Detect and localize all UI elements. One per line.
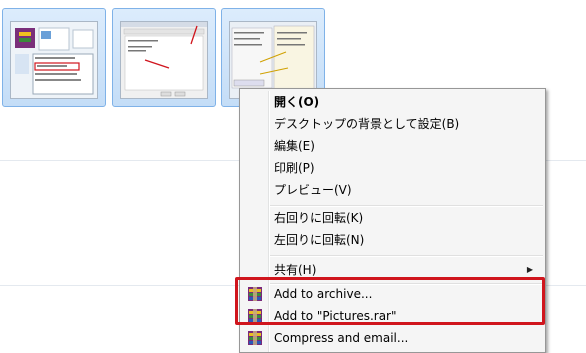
menu-item-set-desktop-background[interactable]: デスクトップの背景として設定(B) xyxy=(242,113,543,135)
menu-item-label: デスクトップの背景として設定(B) xyxy=(274,117,460,131)
menu-item-preview[interactable]: プレビュー(V) xyxy=(242,179,543,201)
menu-item-open[interactable]: 開く(O) xyxy=(242,91,543,113)
menu-item-label: 編集(E) xyxy=(274,139,315,153)
menu-item-label: 右回りに回転(K) xyxy=(274,211,364,225)
menu-item-label: Compress and email... xyxy=(274,331,409,345)
menu-item-rotate-counterclockwise[interactable]: 左回りに回転(N) xyxy=(242,229,543,251)
thumbnail-winrar-menu[interactable] xyxy=(2,8,106,107)
menu-item-rotate-clockwise[interactable]: 右回りに回転(K) xyxy=(242,207,543,229)
menu-item-label: 印刷(P) xyxy=(274,161,315,175)
menu-item-print[interactable]: 印刷(P) xyxy=(242,157,543,179)
menu-separator xyxy=(270,255,543,257)
thumbnail-image xyxy=(10,21,98,99)
thumbnail-image xyxy=(120,21,208,99)
menu-item-label: プレビュー(V) xyxy=(274,183,352,197)
menu-item-label: 開く(O) xyxy=(274,95,320,109)
menu-item-edit[interactable]: 編集(E) xyxy=(242,135,543,157)
winrar-icon xyxy=(247,330,263,346)
thumbnail-dialog[interactable] xyxy=(112,8,216,107)
annotation-highlight-box xyxy=(235,277,545,325)
menu-item-label: 左回りに回転(N) xyxy=(274,233,365,247)
menu-item-compress-and-email[interactable]: Compress and email... xyxy=(242,327,543,349)
